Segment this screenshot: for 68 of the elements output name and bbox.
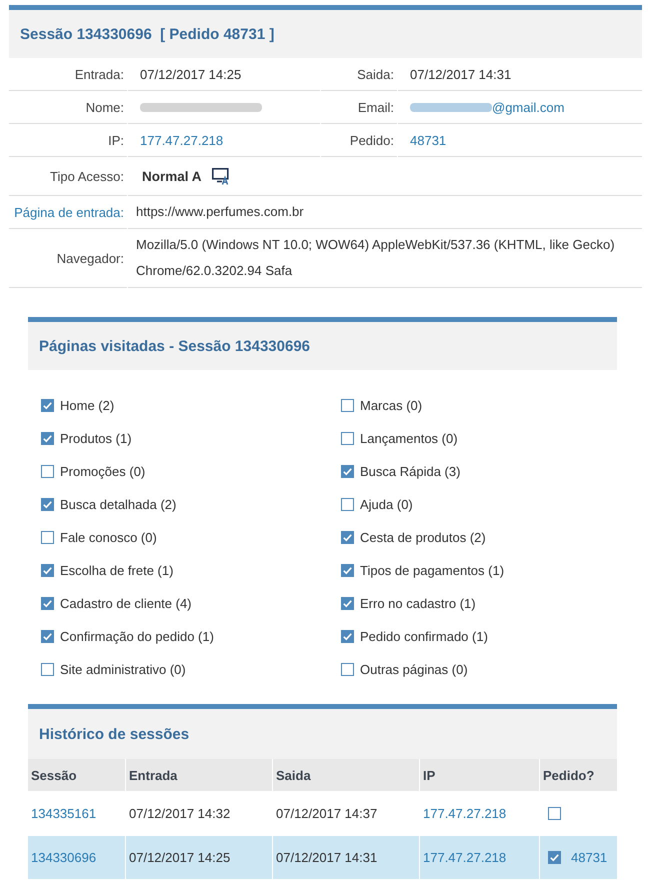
checkbox[interactable]: [41, 399, 54, 412]
field-label: Saida:: [357, 66, 394, 82]
page-label: Escolha de frete (1): [60, 563, 174, 578]
monitor-icon: [212, 168, 230, 184]
page-label: Confirmação do pedido (1): [60, 629, 214, 644]
column-header: Sessão: [30, 766, 78, 784]
field-label: Email:: [358, 100, 394, 114]
checkbox[interactable]: [341, 663, 354, 676]
checkbox[interactable]: [41, 663, 54, 676]
page-label: Lançamentos (0): [360, 431, 458, 446]
field-label: IP:: [108, 132, 124, 148]
page-label: Home (2): [60, 398, 114, 413]
page-label: Busca Rápida (3): [360, 464, 460, 479]
page-label: Tipos de pagamentos (1): [360, 563, 504, 578]
session-link[interactable]: 134330696: [31, 850, 96, 865]
page-label: Fale conosco (0): [60, 530, 157, 545]
page-label: Busca detalhada (2): [60, 497, 176, 512]
field-value: https://www.perfumes.com.br: [136, 203, 304, 221]
field-label: Nome:: [86, 100, 124, 114]
checkbox[interactable]: [41, 630, 54, 643]
checkbox[interactable]: [548, 851, 561, 864]
ip-link[interactable]: 177.47.27.218: [423, 806, 506, 821]
field-link[interactable]: 48731: [410, 132, 446, 148]
page-label: Erro no cadastro (1): [360, 596, 476, 611]
checkbox[interactable]: [341, 432, 354, 445]
checkbox[interactable]: [341, 531, 354, 544]
panel-title: Páginas visitadas - Sessão 134330696: [39, 338, 310, 354]
page-label: Promoções (0): [60, 464, 146, 479]
checkbox[interactable]: [41, 531, 54, 544]
field-label: Pedido:: [350, 132, 394, 148]
field-value: 07/12/2017 14:25: [140, 66, 242, 82]
checkbox[interactable]: [41, 432, 54, 445]
access-type: Normal A: [142, 168, 202, 184]
checkbox[interactable]: [341, 399, 354, 412]
checkbox[interactable]: [41, 498, 54, 511]
page-label: Produtos (1): [60, 431, 132, 446]
field-link[interactable]: @gmail.com: [410, 100, 564, 114]
page-label: Pedido confirmado (1): [360, 629, 488, 644]
checkbox[interactable]: [41, 564, 54, 577]
checkbox[interactable]: [341, 597, 354, 610]
page-label: Site administrativo (0): [60, 662, 186, 677]
field-value: 07/12/2017 14:31: [410, 66, 512, 82]
checkbox[interactable]: [341, 630, 354, 643]
field-link[interactable]: 177.47.27.218: [140, 132, 224, 148]
table-cell: 07/12/2017 14:25: [125, 836, 272, 879]
page-label: Cesta de produtos (2): [360, 530, 486, 545]
panel-title: Histórico de sessões: [39, 726, 190, 742]
table-row[interactable]: 134330696 07/12/2017 14:25 07/12/2017 14:31 177.47.27.218 48731: [28, 836, 617, 879]
table-cell: 07/12/2017 14:31: [272, 836, 419, 879]
page-label: Marcas (0): [360, 398, 422, 413]
checkbox[interactable]: [341, 498, 354, 511]
page-label: Ajuda (0): [360, 497, 413, 512]
order-link[interactable]: 48731: [571, 850, 608, 865]
field-value: Mozilla/5.0 (Windows NT 10.0; WOW64) AppleWebKit/537.36 (KHTML, like Gecko) Chrome/62.0.3202.94 Safa: [136, 236, 616, 280]
checkbox[interactable]: [41, 465, 54, 478]
field-label: Navegador:: [56, 250, 124, 266]
checkbox[interactable]: [341, 465, 354, 478]
field-label: Entrada:: [74, 66, 124, 82]
page-label: Outras páginas (0): [360, 662, 468, 677]
panel-title: Sessão 134330696 [ Pedido 48731 ]: [20, 26, 274, 42]
page-label: Cadastro de cliente (4): [60, 596, 192, 611]
checkbox[interactable]: [41, 597, 54, 610]
checkbox[interactable]: [548, 807, 561, 820]
field-label: Tipo Acesso:: [50, 168, 124, 184]
session-link[interactable]: 134335161: [31, 806, 96, 821]
checkbox[interactable]: [341, 564, 354, 577]
field-link-label[interactable]: Página de entrada:: [14, 204, 124, 220]
ip-link[interactable]: 177.47.27.218: [423, 850, 506, 865]
